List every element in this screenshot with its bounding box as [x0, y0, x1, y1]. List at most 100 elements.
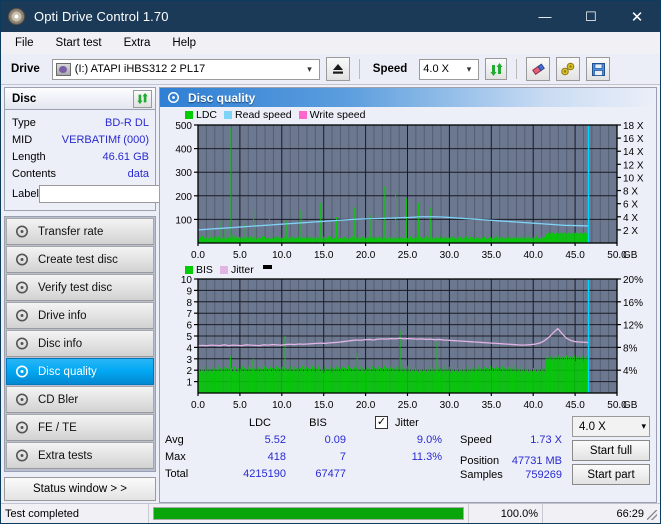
sidebar-item-disc-info[interactable]: Disc info: [6, 330, 154, 357]
sidebar-item-label: Disc quality: [38, 365, 97, 378]
window-title: Opti Drive Control 1.70: [34, 9, 169, 24]
svg-text:35.0: 35.0: [482, 250, 502, 261]
svg-text:500: 500: [175, 121, 192, 132]
start-full-button[interactable]: Start full: [572, 440, 650, 461]
disc-refresh-button[interactable]: [133, 89, 152, 108]
speed-stat-label: Speed: [460, 434, 492, 446]
sidebar-item-label: FE / TE: [38, 421, 77, 434]
app-window: Opti Drive Control 1.70 — ☐ ✕ File Start…: [0, 0, 661, 524]
bottom-chart: BIS Jitter 10 9 8 7 6 5 4 3 2 1 20% 16% 12% 8% 4% 0.0 5.…: [160, 263, 656, 413]
svg-text:18 X: 18 X: [623, 121, 644, 132]
disc-icon: [15, 365, 31, 379]
top-chart-plot[interactable]: 500 400 300 200 100 18 X 16 X 14 X 12 X 10 X 8 X 6 …: [160, 107, 657, 263]
legend-label-read-speed: Read speed: [235, 109, 292, 121]
top-chart: LDC Read speed Write speed 500 400 300 200 1…: [160, 107, 656, 263]
svg-text:45.0: 45.0: [565, 400, 585, 411]
chevron-down-icon: ▾: [641, 421, 646, 431]
stats-col-ldc: LDC: [248, 417, 271, 429]
minimize-button[interactable]: —: [522, 1, 568, 32]
sidebar-item-transfer-rate[interactable]: Transfer rate: [6, 218, 154, 245]
jitter-avg-value: 9.0%: [416, 434, 442, 446]
elapsed-time: 66:29: [616, 507, 644, 520]
eraser-button[interactable]: [526, 57, 551, 81]
stats-row-max: Max: [165, 451, 186, 463]
main-panel: Disc quality LDC Read speed Write speed …: [159, 87, 657, 503]
disc-icon: [15, 393, 31, 407]
legend-label-write-speed: Write speed: [309, 109, 366, 121]
svg-text:5.0: 5.0: [233, 400, 247, 411]
legend-swatch-ldc: [185, 111, 193, 119]
legend-swatch-write-speed: [298, 111, 307, 119]
close-button[interactable]: ✕: [614, 1, 660, 32]
progress-bar: [153, 507, 464, 520]
status-window-button[interactable]: Status window > >: [4, 477, 156, 501]
menu-file[interactable]: File: [9, 35, 44, 51]
sidebar-item-label: Extra tests: [38, 449, 93, 462]
sidebar-item-label: CD Bler: [38, 393, 79, 406]
menu-start-test[interactable]: Start test: [50, 35, 112, 51]
sidebar-item-disc-quality[interactable]: Disc quality: [6, 358, 154, 385]
refresh-icon: [137, 92, 148, 105]
svg-text:40.0: 40.0: [523, 250, 543, 261]
main-header: Disc quality: [160, 88, 656, 107]
save-button[interactable]: [586, 57, 611, 81]
status-bar: Test completed 100.0% 66:29: [1, 503, 660, 523]
svg-text:300: 300: [175, 168, 192, 179]
svg-text:10.0: 10.0: [272, 250, 292, 261]
eject-button[interactable]: [325, 57, 350, 81]
svg-text:2 X: 2 X: [623, 226, 638, 237]
drive-select[interactable]: (I:) ATAPI iHBS312 2 PL17 ▾: [51, 58, 320, 80]
tools-button[interactable]: [556, 57, 581, 81]
sidebar-item-verify-test-disc[interactable]: Verify test disc: [6, 274, 154, 301]
svg-text:16 X: 16 X: [623, 134, 644, 145]
svg-text:4: 4: [186, 343, 192, 354]
sidebar-item-fe-te[interactable]: FE / TE: [6, 414, 154, 441]
legend-label-jitter: Jitter: [230, 264, 254, 276]
ldc-avg-value: 5.52: [264, 434, 286, 446]
svg-text:30.0: 30.0: [440, 400, 460, 411]
bis-total-value: 67477: [315, 468, 346, 480]
sidebar-item-label: Drive info: [38, 309, 87, 322]
jitter-checkbox[interactable]: ✓: [375, 416, 388, 429]
ldc-max-value: 418: [267, 451, 286, 463]
svg-text:3: 3: [186, 355, 192, 366]
speed-select[interactable]: 4.0 X ▾: [419, 58, 480, 80]
svg-text:10: 10: [181, 275, 193, 286]
disc-mid-label: MID: [12, 133, 33, 146]
svg-text:1: 1: [186, 378, 192, 389]
svg-text:0.0: 0.0: [191, 250, 205, 261]
menu-extra[interactable]: Extra: [118, 35, 161, 51]
bis-max-value: 7: [339, 451, 346, 463]
bottom-chart-plot[interactable]: 10987654321 20% 16% 12% 8% 4% 0.0 5.0 10.0 15.0 20…: [160, 263, 657, 413]
sidebar-item-extra-tests[interactable]: Extra tests: [6, 442, 154, 469]
drive-label: Drive: [11, 63, 40, 75]
svg-text:8 X: 8 X: [623, 187, 638, 198]
ldc-total-value: 4215190: [243, 468, 286, 480]
toolbar-separator-2: [516, 59, 518, 79]
speed-select-value: 4.0 X: [423, 63, 449, 75]
svg-text:16%: 16%: [623, 298, 643, 309]
menu-help[interactable]: Help: [166, 35, 206, 51]
disc-panel-header: Disc: [5, 88, 155, 110]
test-speed-select[interactable]: 4.0 X ▾: [572, 416, 650, 437]
sidebar-item-label: Disc info: [38, 337, 83, 350]
resize-grip[interactable]: [647, 510, 657, 520]
sidebar-item-drive-info[interactable]: Drive info: [6, 302, 154, 329]
svg-text:20.0: 20.0: [356, 400, 376, 411]
save-icon: [591, 62, 605, 76]
refresh-button[interactable]: [485, 58, 508, 80]
svg-text:30.0: 30.0: [440, 250, 460, 261]
disc-icon: [15, 225, 31, 239]
sidebar-item-cd-bler[interactable]: CD Bler: [6, 386, 154, 413]
sidebar-item-create-test-disc[interactable]: Create test disc: [6, 246, 154, 273]
start-part-button[interactable]: Start part: [572, 464, 650, 485]
main-title: Disc quality: [188, 90, 256, 105]
progress-fill: [154, 508, 463, 519]
svg-text:GB: GB: [623, 250, 638, 261]
samples-stat-value: 759269: [525, 469, 562, 481]
chevron-down-icon: ▾: [307, 63, 312, 74]
svg-text:45.0: 45.0: [565, 250, 585, 261]
stats-row-avg: Avg: [165, 434, 184, 446]
maximize-button[interactable]: ☐: [568, 1, 614, 32]
disc-length-label: Length: [12, 150, 46, 163]
